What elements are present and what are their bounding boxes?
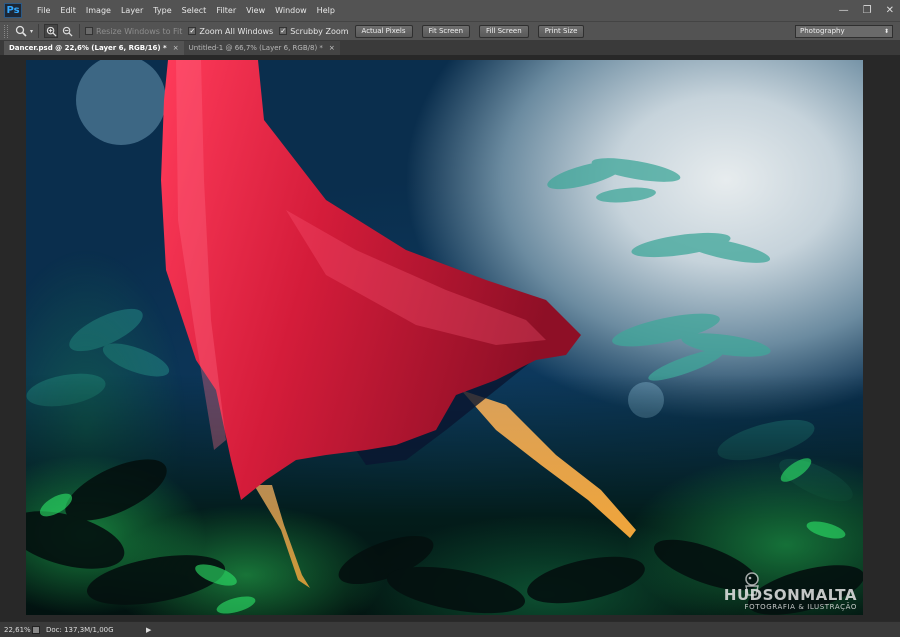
tab-dancer[interactable]: Dancer.psd @ 22,6% (Layer 6, RGB/16) * × [4, 41, 184, 55]
zoom-tool-icon[interactable] [14, 24, 28, 38]
menu-select[interactable]: Select [177, 0, 212, 21]
menu-edit[interactable]: Edit [55, 0, 81, 21]
menu-window[interactable]: Window [270, 0, 312, 21]
canvas-image[interactable]: HUDSONMALTA FOTOGRAFIA & ILUSTRAÇÃO [26, 60, 863, 615]
dancer-figure [26, 60, 863, 615]
fit-screen-button[interactable]: Fit Screen [421, 24, 471, 38]
document-profile-icon[interactable] [32, 625, 40, 634]
window-controls: — ❐ ✕ [839, 0, 894, 21]
tab-title: Untitled-1 @ 66,7% (Layer 6, RGB/8) * [188, 44, 323, 52]
menu-list: File Edit Image Layer Type Select Filter… [32, 0, 340, 21]
menu-bar: Ps File Edit Image Layer Type Select Fil… [0, 0, 900, 21]
document-size: Doc: 137,3M/1,00G [46, 625, 114, 634]
zoom-all-windows-label: Zoom All Windows [199, 26, 274, 36]
photoshop-logo: Ps [4, 3, 22, 18]
menu-image[interactable]: Image [81, 0, 116, 21]
print-size-button[interactable]: Print Size [537, 24, 585, 38]
tool-preset-arrow-icon[interactable]: ▾ [30, 28, 33, 35]
resize-windows-label: Resize Windows to Fit [96, 26, 183, 36]
tab-close-icon[interactable]: × [173, 41, 179, 55]
watermark-name: HUDSONMALTA [723, 586, 857, 604]
menu-layer[interactable]: Layer [116, 0, 148, 21]
workspace-arrow-icon: ⬍ [883, 28, 889, 35]
document-tab-bar: Dancer.psd @ 22,6% (Layer 6, RGB/16) * ×… [0, 40, 900, 55]
options-bar: ▾ Resize Windows to Fit ✓ Zoom All Windo… [0, 21, 900, 40]
workspace-value: Photography [800, 27, 845, 35]
scrubby-zoom-label: Scrubby Zoom [290, 26, 349, 36]
menu-view[interactable]: View [241, 0, 270, 21]
workspace-select[interactable]: Photography ⬍ [795, 25, 893, 38]
zoom-in-icon[interactable] [44, 24, 59, 38]
menu-type[interactable]: Type [148, 0, 176, 21]
checkmark-icon[interactable]: ✓ [279, 27, 288, 35]
document-area[interactable]: HUDSONMALTA FOTOGRAFIA & ILUSTRAÇÃO [0, 55, 900, 621]
watermark: HUDSONMALTA FOTOGRAFIA & ILUSTRAÇÃO [723, 586, 857, 612]
tab-title: Dancer.psd @ 22,6% (Layer 6, RGB/16) * [9, 44, 167, 52]
separator [79, 24, 81, 38]
status-bar: 22,61% Doc: 137,3M/1,00G ▶ [0, 621, 900, 637]
tab-untitled[interactable]: Untitled-1 @ 66,7% (Layer 6, RGB/8) * × [183, 41, 340, 55]
fill-screen-button[interactable]: Fill Screen [479, 24, 529, 38]
restore-icon[interactable]: ❐ [863, 5, 872, 16]
options-grip[interactable] [4, 24, 8, 38]
zoom-level[interactable]: 22,61% [0, 626, 31, 634]
menu-filter[interactable]: Filter [211, 0, 241, 21]
actual-pixels-button[interactable]: Actual Pixels [354, 24, 413, 38]
minimize-icon[interactable]: — [839, 5, 849, 16]
checkmark-icon[interactable]: ✓ [188, 27, 197, 35]
status-menu-arrow-icon[interactable]: ▶ [146, 626, 151, 634]
close-icon[interactable]: ✕ [886, 5, 894, 16]
resize-windows-checkbox[interactable]: Resize Windows to Fit [85, 27, 182, 36]
menu-file[interactable]: File [32, 0, 55, 21]
zoom-out-icon[interactable] [60, 24, 74, 38]
separator [38, 24, 40, 38]
scrubby-zoom-checkbox[interactable]: ✓ Scrubby Zoom [279, 26, 349, 36]
menu-help[interactable]: Help [312, 0, 340, 21]
zoom-all-windows-checkbox[interactable]: ✓ Zoom All Windows [188, 27, 273, 36]
tab-close-icon[interactable]: × [329, 41, 335, 55]
watermark-tagline: FOTOGRAFIA & ILUSTRAÇÃO [744, 603, 857, 611]
checkbox-box[interactable] [85, 27, 94, 35]
